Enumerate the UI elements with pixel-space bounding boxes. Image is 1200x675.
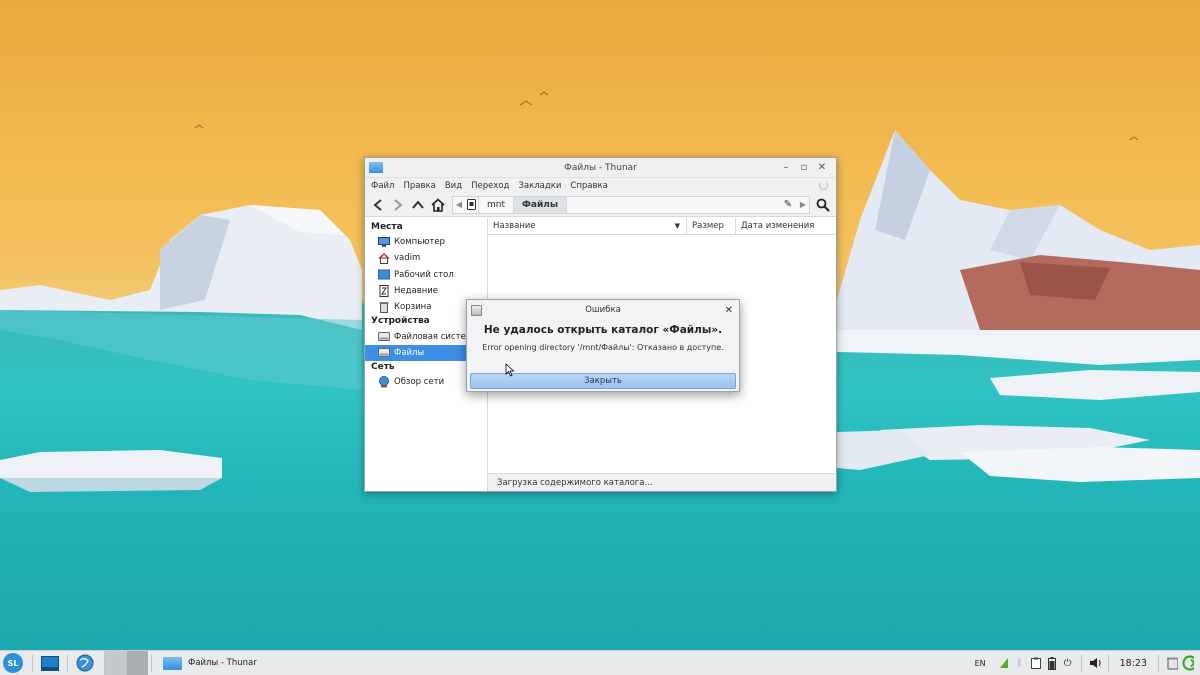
window-titlebar[interactable]: Файлы - Thunar – ▫ ✕ [365,158,836,178]
sidebar-item-home[interactable]: vadim [365,250,487,266]
taskbar-window-button[interactable]: Файлы - Thunar [155,651,405,675]
trash-applet-icon[interactable] [1166,656,1178,670]
mouse-cursor-icon [505,363,515,377]
column-headers: Название ▼ Размер Дата изменения [488,218,836,235]
recent-icon [378,285,390,298]
workspace-2[interactable] [126,650,148,675]
path-scroll-left-icon[interactable]: ◀ [453,200,465,209]
volume-icon[interactable] [1089,656,1101,670]
show-desktop-button[interactable] [40,653,60,673]
up-arrow-icon [412,199,424,209]
path-bar: ◀ mnt Файлы ✎ ▶ [452,195,810,214]
back-arrow-icon [373,198,382,211]
menu-view[interactable]: Вид [445,181,462,191]
clock[interactable]: 18:23 [1116,658,1151,669]
logout-icon[interactable] [1182,655,1194,671]
home-icon [378,252,390,264]
column-size[interactable]: Размер [687,218,736,234]
desktop-icon [41,655,59,671]
drive-icon [378,331,390,342]
status-text: Загрузка содержимого каталога... [497,477,653,488]
folder-icon [369,162,383,173]
close-button[interactable]: ✕ [816,162,828,173]
menu-help[interactable]: Справка [570,181,607,191]
minimize-button[interactable]: – [780,162,792,173]
dialog-title: Ошибка [585,305,621,315]
edit-location-icon[interactable]: ✎ [779,199,797,210]
search-icon [816,198,830,212]
dialog-heading: Не удалось открыть каталог «Файлы». [483,324,723,336]
error-dialog: Ошибка ✕ Не удалось открыть каталог «Фай… [466,299,740,392]
menu-edit[interactable]: Правка [403,181,435,191]
dialog-message: Error opening directory '/mnt/Файлы': От… [482,343,724,352]
keyboard-layout[interactable]: EN [975,659,986,668]
sidebar-item-recent[interactable]: Недавние [365,283,487,299]
taskbar: SL Файлы - Thunar EN ᛒ ⏻ 18:23 [0,650,1200,675]
drive-icon [467,199,476,210]
clipboard-icon[interactable] [1030,656,1042,670]
status-bar: Загрузка содержимого каталога... [488,473,836,491]
network-status-icon[interactable] [998,656,1010,670]
menubar: Файл Правка Вид Переход Закладки Справка [365,178,836,193]
back-button[interactable] [368,195,388,215]
search-button[interactable] [813,195,833,215]
computer-icon [378,236,390,248]
up-button[interactable] [408,195,428,215]
path-root-drive[interactable] [465,196,479,213]
home-icon [431,197,445,212]
menu-bookmarks[interactable]: Закладки [518,181,561,191]
workspace-1[interactable] [104,650,126,675]
trash-icon [378,302,390,314]
path-crumb-current[interactable]: Файлы [514,196,568,213]
forward-button[interactable] [388,195,408,215]
path-scroll-right-icon[interactable]: ▶ [797,200,809,209]
bluetooth-icon[interactable]: ᛒ [1014,656,1026,670]
drive-icon [378,347,390,358]
desktop-icon [378,269,390,280]
browser-launcher[interactable] [75,653,95,673]
battery-icon[interactable] [1046,656,1058,670]
sort-descending-icon: ▼ [674,222,680,230]
taskbar-window-title: Файлы - Thunar [188,658,257,668]
maximize-button[interactable]: ▫ [798,162,810,173]
forward-arrow-icon [394,198,403,211]
loading-spinner-icon [819,181,828,190]
globe-icon [76,654,94,672]
sidebar-item-computer[interactable]: Компьютер [365,234,487,250]
workspace-switcher [104,650,148,675]
folder-icon [163,656,182,670]
sidebar-item-desktop[interactable]: Рабочий стол [365,267,487,283]
start-menu-button[interactable]: SL [3,653,23,673]
window-title: Файлы - Thunar [564,162,637,173]
dialog-titlebar[interactable]: Ошибка ✕ [467,300,739,320]
menu-file[interactable]: Файл [371,181,394,191]
sidebar-heading-places: Места [371,222,403,232]
menu-go[interactable]: Переход [471,181,509,191]
column-name[interactable]: Название ▼ [488,218,687,234]
path-crumb-parent[interactable]: mnt [479,196,514,213]
network-icon [378,376,390,388]
home-button[interactable] [428,195,448,215]
column-date-modified[interactable]: Дата изменения [736,218,836,234]
power-icon[interactable]: ⏻ [1062,656,1074,670]
system-tray: EN ᛒ ⏻ 18:23 [975,651,1200,675]
toolbar: ◀ mnt Файлы ✎ ▶ [365,193,836,217]
